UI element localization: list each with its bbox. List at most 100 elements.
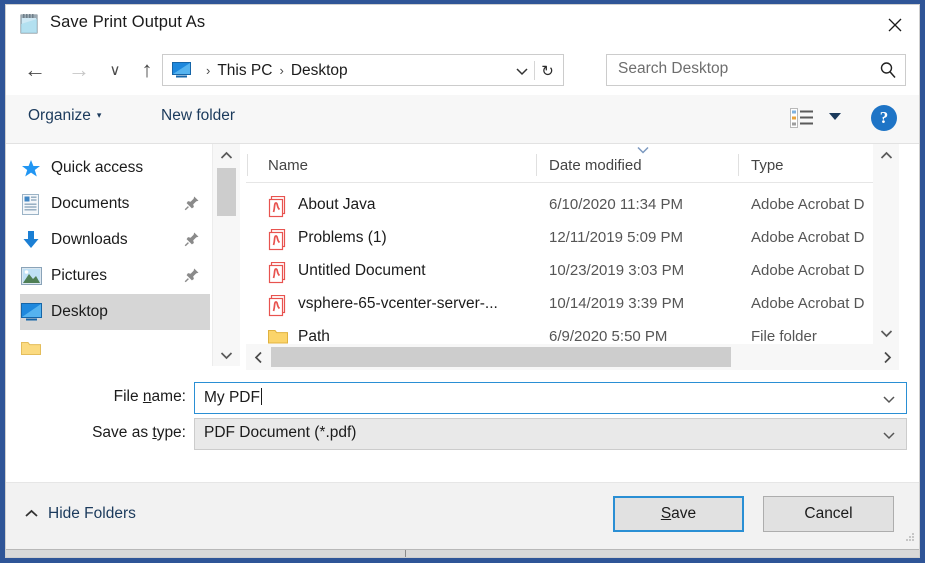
file-date: 10/23/2019 3:03 PM	[549, 262, 685, 279]
breadcrumb-separator-0: ›	[206, 62, 211, 78]
breadcrumb-separator-1: ›	[279, 62, 284, 78]
table-row[interactable]: About Java 6/10/2020 11:34 PM Adobe Acro…	[246, 192, 899, 221]
title-bar: Save Print Output As	[6, 5, 919, 45]
chevron-down-icon[interactable]	[882, 391, 898, 405]
star-icon	[20, 158, 42, 178]
toolbar: Organize ▾ New folder ?	[6, 95, 919, 144]
scroll-left-icon[interactable]	[246, 344, 270, 370]
breadcrumb[interactable]: › This PC › Desktop ↻	[162, 54, 564, 86]
chevron-down-icon[interactable]	[882, 427, 898, 441]
breadcrumb-item-desktop[interactable]: Desktop	[291, 62, 348, 80]
breadcrumb-dropdown-icon[interactable]	[511, 61, 533, 81]
search-magnifier-icon[interactable]	[879, 61, 897, 79]
sidebar-item-label: Documents	[51, 195, 130, 212]
file-name: Problems (1)	[298, 229, 387, 246]
column-headers: Name Date modified Type	[246, 144, 899, 183]
file-type: File folder	[751, 328, 817, 345]
hide-folders-label: Hide Folders	[48, 505, 136, 522]
cancel-button[interactable]: Cancel	[763, 496, 894, 532]
sort-descending-icon	[636, 145, 650, 157]
breadcrumb-divider	[534, 61, 535, 80]
sidebar-item-downloads[interactable]: Downloads	[20, 222, 210, 258]
pin-icon[interactable]	[184, 195, 200, 211]
chevron-up-icon	[24, 507, 39, 521]
sidebar-item-documents[interactable]: Documents	[20, 186, 210, 222]
horizontal-scroll-thumb[interactable]	[271, 347, 731, 367]
search-placeholder: Search Desktop	[618, 60, 729, 77]
column-header-name[interactable]: Name	[268, 157, 308, 174]
pdf-file-icon	[268, 195, 288, 218]
pin-icon[interactable]	[184, 231, 200, 247]
table-row[interactable]: Untitled Document 10/23/2019 3:03 PM Ado…	[246, 258, 899, 287]
search-input[interactable]: Search Desktop	[606, 54, 906, 86]
pdf-file-icon	[268, 228, 288, 251]
notepad-icon	[18, 12, 42, 36]
window-title: Save Print Output As	[50, 13, 206, 31]
form-area: File name: My PDF Save as type: PDF Docu…	[6, 370, 919, 482]
sidebar-item-label: Downloads	[51, 231, 128, 248]
view-options-chevron-icon[interactable]	[829, 112, 841, 123]
sidebar-item-label: Pictures	[51, 267, 107, 284]
save-as-type-value: PDF Document (*.pdf)	[204, 424, 357, 441]
file-date: 6/9/2020 5:50 PM	[549, 328, 668, 345]
main-content: Quick access Documents Downloads Picture…	[6, 144, 919, 370]
file-list: Name Date modified Type About Java 6/10/…	[246, 144, 899, 370]
sidebar-item-desktop[interactable]: Desktop	[20, 294, 210, 330]
back-icon[interactable]: ←	[18, 53, 52, 87]
status-strip-tick	[405, 550, 406, 557]
column-divider[interactable]	[536, 154, 537, 176]
forward-icon[interactable]: →	[62, 53, 96, 87]
organize-button[interactable]: Organize ▾	[28, 107, 101, 125]
sidebar-item-label: Desktop	[51, 303, 108, 320]
pin-icon[interactable]	[184, 267, 200, 283]
hide-folders-button[interactable]: Hide Folders	[24, 505, 136, 523]
file-type: Adobe Acrobat D	[751, 196, 865, 213]
scroll-up-icon[interactable]	[873, 144, 899, 166]
status-strip	[6, 549, 919, 557]
column-divider[interactable]	[738, 154, 739, 176]
up-one-level-icon[interactable]: ↑	[130, 53, 164, 87]
file-date: 10/14/2019 3:39 PM	[549, 295, 685, 312]
file-name-label: File name:	[113, 388, 186, 405]
file-list-horizontal-scrollbar[interactable]	[246, 344, 899, 370]
column-header-type[interactable]: Type	[751, 157, 784, 174]
save-button[interactable]: Save	[613, 496, 744, 532]
view-options-icon[interactable]	[790, 108, 814, 128]
downloads-arrow-icon	[20, 230, 42, 250]
sidebar-item-partial[interactable]	[20, 330, 210, 366]
table-row[interactable]: vsphere-65-vcenter-server-... 10/14/2019…	[246, 291, 899, 320]
sidebar-item-quick-access[interactable]: Quick access	[20, 150, 210, 186]
scroll-down-icon[interactable]	[213, 344, 240, 366]
sidebar-item-pictures[interactable]: Pictures	[20, 258, 210, 294]
save-as-type-select[interactable]: PDF Document (*.pdf)	[194, 418, 907, 450]
file-list-vertical-scrollbar[interactable]	[873, 144, 899, 344]
file-type: Adobe Acrobat D	[751, 262, 865, 279]
file-type: Adobe Acrobat D	[751, 229, 865, 246]
refresh-icon[interactable]: ↻	[536, 60, 559, 82]
file-date: 6/10/2020 11:34 PM	[549, 196, 683, 213]
window-outer-frame: Save Print Output As ← → ∨ ↑ › This PC ›…	[0, 0, 925, 563]
sidebar-item-label: Quick access	[51, 159, 144, 176]
documents-icon	[20, 193, 42, 215]
sidebar-scroll-thumb[interactable]	[217, 168, 236, 216]
scroll-down-icon[interactable]	[873, 322, 899, 344]
sidebar-scrollbar[interactable]	[212, 144, 240, 366]
new-folder-button[interactable]: New folder	[161, 107, 235, 125]
pdf-file-icon	[268, 294, 288, 317]
recent-locations-chevron-icon[interactable]: ∨	[98, 53, 132, 87]
close-icon[interactable]	[871, 5, 919, 45]
resize-grip[interactable]	[905, 529, 915, 541]
column-header-date-modified[interactable]: Date modified	[549, 157, 642, 174]
organize-label: Organize	[28, 107, 91, 124]
file-name: Untitled Document	[298, 262, 426, 279]
navigation-bar: ← → ∨ ↑ › This PC › Desktop ↻ Search Des…	[6, 45, 919, 95]
breadcrumb-item-this-pc[interactable]: This PC	[217, 62, 272, 80]
scroll-right-icon[interactable]	[875, 344, 899, 370]
scroll-up-icon[interactable]	[213, 144, 240, 166]
pictures-icon	[20, 266, 42, 286]
table-row[interactable]: Problems (1) 12/11/2019 5:09 PM Adobe Ac…	[246, 225, 899, 254]
help-button[interactable]: ?	[871, 105, 897, 131]
folder-icon	[20, 338, 42, 358]
file-name-value: My PDF	[204, 389, 260, 406]
file-name-input[interactable]: My PDF	[194, 382, 907, 414]
